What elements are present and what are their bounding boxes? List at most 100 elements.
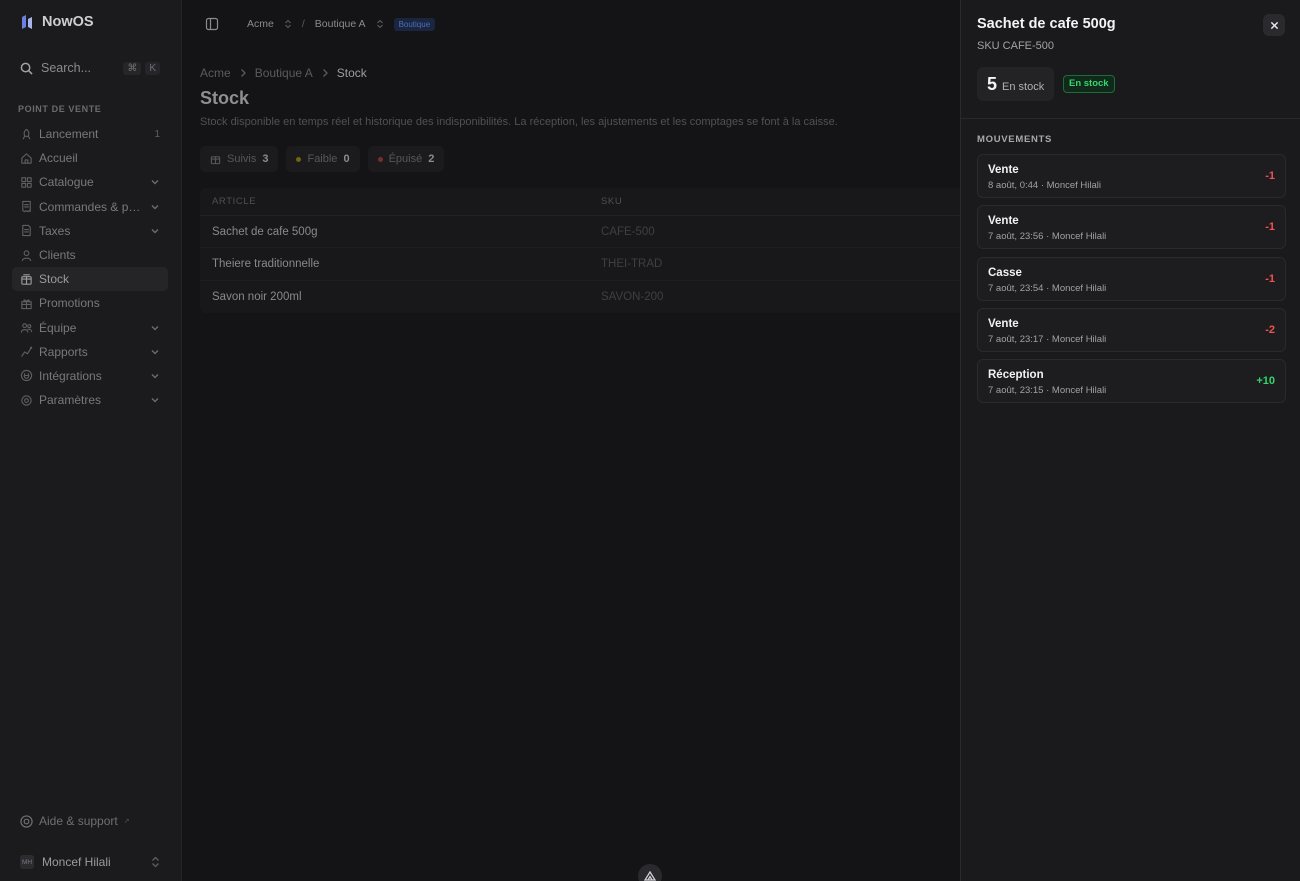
lifebuoy-icon [20,814,33,828]
box-icon [210,155,221,164]
chevron-right-icon [322,69,328,77]
close-button[interactable] [1263,14,1285,36]
stock-table: ARTICLE SKU Sachet de cafe 500g CAFE-500 T… [200,188,960,313]
sidebar-item-grid[interactable]: Catalogue [12,170,168,194]
filter-out[interactable]: Épuisé 2 [367,146,445,172]
search-box[interactable]: Search... ⌘ K [12,54,168,82]
cell-sku: SAVON-200 [601,290,664,303]
sidebar-section-label: POINT DE VENTE [18,104,102,114]
chevron-updown-icon [284,19,291,29]
table-row[interactable]: Sachet de cafe 500g CAFE-500 [200,216,960,249]
sidebar-item-count: 1 [154,128,160,140]
movement-item: Casse 7 août, 23:54 · Moncef Hilali -1 [977,256,1286,301]
external-mark-icon: ↗ [123,818,130,825]
status-dot-low-icon [296,156,302,162]
sidebar-item-document[interactable]: Taxes [12,219,168,243]
brand[interactable]: NowOS [20,14,94,30]
filter-label: Épuisé [388,153,423,165]
movement-item: Vente 7 août, 23:17 · Moncef Hilali -2 [977,307,1286,352]
gear-icon [21,394,32,406]
chevron-down-icon [151,325,159,331]
chevron-down-icon [151,398,159,403]
main-content: Acme / Boutique A Boutique Acme Boutique… [183,0,960,881]
team-icon [20,323,33,333]
shop-type-badge: Boutique [393,17,436,31]
sidebar-item-user[interactable]: Clients [12,243,168,267]
search-icon [20,62,33,75]
movement-meta: 7 août, 23:56 · Moncef Hilali [988,231,1107,243]
chevron-down-icon [151,180,159,185]
help-label: Aide & support [39,814,118,828]
movement-type: Vente [988,164,1019,176]
movement-delta: -1 [1265,272,1275,285]
shop-switcher[interactable]: Boutique A [315,18,366,30]
table-row[interactable]: Theiere traditionnelle THEI-TRAD [200,248,960,281]
sidebar-item-label: Lancement [39,127,99,142]
sidebar-item-box[interactable]: Stock [12,267,168,292]
plug-icon [20,370,33,382]
column-header-sku[interactable]: SKU [601,196,960,207]
sidebar-item-label: Équipe [39,320,77,335]
movement-type: Réception [988,369,1044,382]
sidebar-item-label: Paramètres [39,393,102,408]
user-name: Moncef Hilali [42,855,111,869]
sidebar-item-receipt[interactable]: Commandes & pai... [12,195,168,219]
stock-filters: Suivis 3 Faible 0 Épuisé 2 [200,146,445,172]
filter-label: Faible [307,153,338,165]
rocket-icon [22,128,31,139]
sidebar-item-label: Commandes & pai... [39,199,144,214]
movement-item: Vente 7 août, 23:56 · Moncef Hilali -1 [977,205,1286,250]
chevron-updown-icon [152,856,159,868]
table-row[interactable]: Savon noir 200ml SAVON-200 [200,281,960,313]
sidebar-toggle-icon[interactable] [205,17,219,31]
sidebar-item-label: Rapports [39,344,88,359]
breadcrumb-shop[interactable]: Boutique A [255,66,313,80]
sidebar-item-chart[interactable]: Rapports [12,340,168,364]
chevron-updown-icon [376,19,383,29]
stock-quantity-label: En stock [1002,81,1045,93]
nowos-logo-icon [22,15,32,29]
sidebar-item-gear[interactable]: Paramètres [12,388,168,412]
sidebar-item-home[interactable]: Accueil [12,146,168,170]
document-icon [22,225,31,237]
status-dot-out-icon [377,156,383,162]
sidebar-nav: Lancement 1 Accueil Catalogue Commandes & pa… [12,122,168,412]
filter-label: Suivis [227,153,257,165]
movement-meta: 7 août, 23:15 · Moncef Hilali [988,385,1107,397]
chevron-right-icon [240,69,246,77]
sidebar-item-plug[interactable]: Intégrations [12,364,168,388]
movement-delta: -1 [1265,170,1275,182]
cell-article: Sachet de cafe 500g [212,225,318,238]
column-header-article[interactable]: ARTICLE [200,196,601,207]
movement-type: Vente [988,317,1019,330]
drawer-sku: SKU CAFE-500 [977,40,1055,52]
user-menu[interactable]: MH Moncef Hilali [12,848,168,876]
floating-action-button[interactable] [638,864,662,881]
sidebar-item-rocket[interactable]: Lancement 1 [12,122,168,146]
filter-low[interactable]: Faible 0 [286,146,360,172]
movement-delta: +10 [1256,375,1275,388]
table-body: Sachet de cafe 500g CAFE-500 Theiere tradi… [200,216,960,313]
movement-item: Réception 7 août, 23:15 · Moncef Hilali +1… [977,359,1286,404]
help-link[interactable]: Aide & support ↗ [20,814,130,828]
breadcrumb: Acme Boutique A Stock [200,66,367,80]
filter-tracked[interactable]: Suivis 3 [200,146,279,172]
org-switcher[interactable]: Acme [247,18,274,30]
drawer-divider [961,118,1300,119]
sidebar-item-gift[interactable]: Promotions [12,291,168,315]
sidebar-item-team[interactable]: Équipe [12,316,168,340]
movement-delta: -1 [1265,221,1275,234]
gift-icon [21,299,32,310]
topbar-separator: / [301,18,305,30]
item-detail-drawer: Sachet de cafe 500g SKU CAFE-500 5 En st… [960,0,1300,881]
cell-article: Theiere traditionnelle [212,257,320,270]
movement-meta: 7 août, 23:17 · Moncef Hilali [988,333,1107,345]
user-icon [21,249,32,261]
movements-list: Vente 8 août, 0:44 · Moncef Hilali -1 Vente… [977,154,1286,410]
breadcrumb-current: Stock [336,66,367,80]
movement-type: Casse [988,266,1022,279]
chevron-down-icon [151,349,159,355]
chart-icon [21,346,33,357]
breadcrumb-org[interactable]: Acme [200,66,231,80]
stock-quantity-value: 5 [987,74,998,94]
